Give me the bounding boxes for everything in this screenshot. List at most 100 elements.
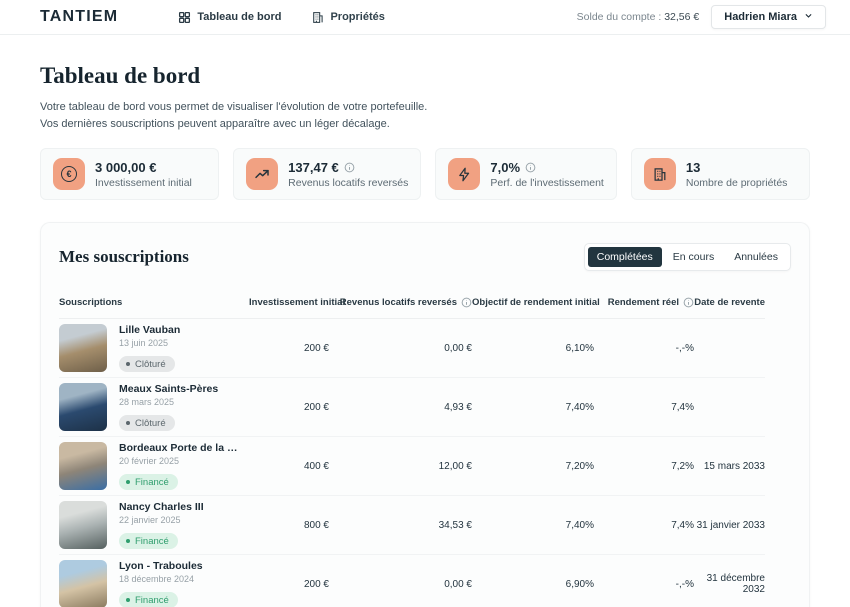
- table-row-lyon-traboules[interactable]: Lyon - Traboules 18 décembre 2024 Financ…: [59, 555, 765, 607]
- property-name: Meaux Saints-Pères: [119, 383, 218, 395]
- property-thumbnail: [59, 560, 107, 607]
- status-badge: Clôturé: [119, 356, 175, 372]
- target-yield-value: 7,20%: [472, 461, 594, 472]
- status-dot: [126, 362, 130, 366]
- subscriptions-title: Mes souscriptions: [59, 247, 189, 267]
- nav-item-label: Tableau de bord: [197, 11, 281, 23]
- column-header-subscriptions: Souscriptions: [59, 297, 249, 308]
- stat-value: 7,0%: [490, 160, 603, 175]
- subscription-cell: Bordeaux Porte de la M... 20 février 202…: [59, 437, 249, 495]
- building-icon: [311, 11, 324, 24]
- stat-label: Revenus locatifs reversés: [288, 177, 408, 189]
- column-header-target-yield: Objectif de rendement initial: [472, 297, 594, 308]
- property-thumbnail: [59, 501, 107, 549]
- status-dot: [126, 421, 130, 425]
- subscription-date: 20 février 2025: [119, 456, 239, 466]
- subscription-date: 28 mars 2025: [119, 397, 218, 407]
- status-badge: Financé: [119, 592, 178, 607]
- subscriptions-header: Mes souscriptions Complétées En cours An…: [59, 243, 791, 271]
- subscription-cell: Lyon - Traboules 18 décembre 2024 Financ…: [59, 555, 249, 607]
- rental-income-value: 0,00 €: [329, 343, 472, 354]
- euro-coin-icon: €: [53, 158, 85, 190]
- subscription-date: 13 juin 2025: [119, 338, 180, 348]
- rental-income-value: 0,00 €: [329, 579, 472, 590]
- info-icon[interactable]: [344, 162, 355, 173]
- resale-date-value: 31 janvier 2033: [694, 520, 765, 531]
- nav-item-properties[interactable]: Propriétés: [311, 11, 384, 24]
- stat-card-property-count: 13 Nombre de propriétés: [631, 148, 810, 200]
- property-name: Nancy Charles III: [119, 501, 204, 513]
- status-badge: Financé: [119, 474, 178, 490]
- tantiem-logo[interactable]: TANTIEM: [40, 8, 118, 26]
- stats-row: € 3 000,00 € Investissement initial 137,…: [40, 148, 810, 200]
- navbar-right: Solde du compte : 32,56 € Hadrien Miara: [577, 5, 826, 29]
- property-thumbnail: [59, 442, 107, 490]
- description-line-1: Votre tableau de bord vous permet de vis…: [40, 99, 810, 116]
- status-badge: Clôturé: [119, 415, 175, 431]
- initial-investment-value: 200 €: [249, 579, 329, 590]
- rental-income-value: 34,53 €: [329, 520, 472, 531]
- stat-value: 137,47 €: [288, 160, 408, 175]
- status-dot: [126, 598, 130, 602]
- building-icon: [644, 158, 676, 190]
- stat-label: Perf. de l'investissement: [490, 177, 603, 189]
- table-row-bordeaux-porte[interactable]: Bordeaux Porte de la M... 20 février 202…: [59, 437, 765, 496]
- subscription-cell: Meaux Saints-Pères 28 mars 2025 Clôturé: [59, 378, 249, 436]
- table-row-nancy-charles[interactable]: Nancy Charles III 22 janvier 2025 Financ…: [59, 496, 765, 555]
- status-dot: [126, 539, 130, 543]
- nav-item-dashboard[interactable]: Tableau de bord: [178, 11, 281, 24]
- dashboard-grid-icon: [178, 11, 191, 24]
- info-icon[interactable]: [683, 297, 694, 308]
- stat-label: Nombre de propriétés: [686, 177, 788, 189]
- rental-income-value: 12,00 €: [329, 461, 472, 472]
- property-name: Lyon - Traboules: [119, 560, 203, 572]
- page-description: Votre tableau de bord vous permet de vis…: [40, 99, 810, 133]
- top-navbar: TANTIEM Tableau de bord Propriétés Solde: [0, 0, 850, 35]
- status-filter-tabs: Complétées En cours Annulées: [584, 243, 791, 271]
- chevron-down-icon: [804, 11, 813, 23]
- stat-card-initial-investment: € 3 000,00 € Investissement initial: [40, 148, 219, 200]
- column-header-real-yield: Rendement réel: [594, 297, 694, 308]
- stat-card-rental-income: 137,47 € Revenus locatifs reversés: [233, 148, 421, 200]
- page-title: Tableau de bord: [40, 63, 810, 89]
- tab-completed[interactable]: Complétées: [588, 247, 662, 267]
- target-yield-value: 7,40%: [472, 402, 594, 413]
- real-yield-value: 7,4%: [594, 402, 694, 413]
- trend-up-icon: [246, 158, 278, 190]
- subscriptions-table: Souscriptions Investissement initial Rev…: [59, 291, 791, 607]
- initial-investment-value: 200 €: [249, 402, 329, 413]
- real-yield-value: 7,4%: [594, 520, 694, 531]
- subscription-date: 18 décembre 2024: [119, 574, 203, 584]
- column-header-initial-investment: Investissement initial: [249, 297, 329, 308]
- description-line-2: Vos dernières souscriptions peuvent appa…: [40, 116, 810, 133]
- status-dot: [126, 480, 130, 484]
- stat-card-performance: 7,0% Perf. de l'investissement: [435, 148, 616, 200]
- subscription-cell: Lille Vauban 13 juin 2025 Clôturé: [59, 319, 249, 377]
- subscription-date: 22 janvier 2025: [119, 515, 204, 525]
- table-header-row: Souscriptions Investissement initial Rev…: [59, 291, 765, 319]
- tab-cancelled[interactable]: Annulées: [725, 247, 787, 267]
- lightning-icon: [448, 158, 480, 190]
- target-yield-value: 6,10%: [472, 343, 594, 354]
- property-thumbnail: [59, 383, 107, 431]
- nav-item-label: Propriétés: [330, 11, 384, 23]
- stat-label: Investissement initial: [95, 177, 192, 189]
- initial-investment-value: 200 €: [249, 343, 329, 354]
- tab-in-progress[interactable]: En cours: [664, 247, 723, 267]
- real-yield-value: 7,2%: [594, 461, 694, 472]
- status-badge: Financé: [119, 533, 178, 549]
- stat-value: 3 000,00 €: [95, 160, 192, 175]
- property-name: Bordeaux Porte de la M...: [119, 442, 239, 454]
- target-yield-value: 6,90%: [472, 579, 594, 590]
- balance-label: Solde du compte :: [577, 11, 662, 23]
- property-name: Lille Vauban: [119, 324, 180, 336]
- table-row-meaux-saints-peres[interactable]: Meaux Saints-Pères 28 mars 2025 Clôturé …: [59, 378, 765, 437]
- info-icon[interactable]: [461, 297, 472, 308]
- main-content: Tableau de bord Votre tableau de bord vo…: [0, 63, 850, 200]
- user-menu-button[interactable]: Hadrien Miara: [711, 5, 826, 29]
- table-row-lille-vauban[interactable]: Lille Vauban 13 juin 2025 Clôturé 200 € …: [59, 319, 765, 378]
- info-icon[interactable]: [525, 162, 536, 173]
- column-header-resale-date: Date de revente: [694, 297, 765, 308]
- initial-investment-value: 400 €: [249, 461, 329, 472]
- real-yield-value: -,-%: [594, 343, 694, 354]
